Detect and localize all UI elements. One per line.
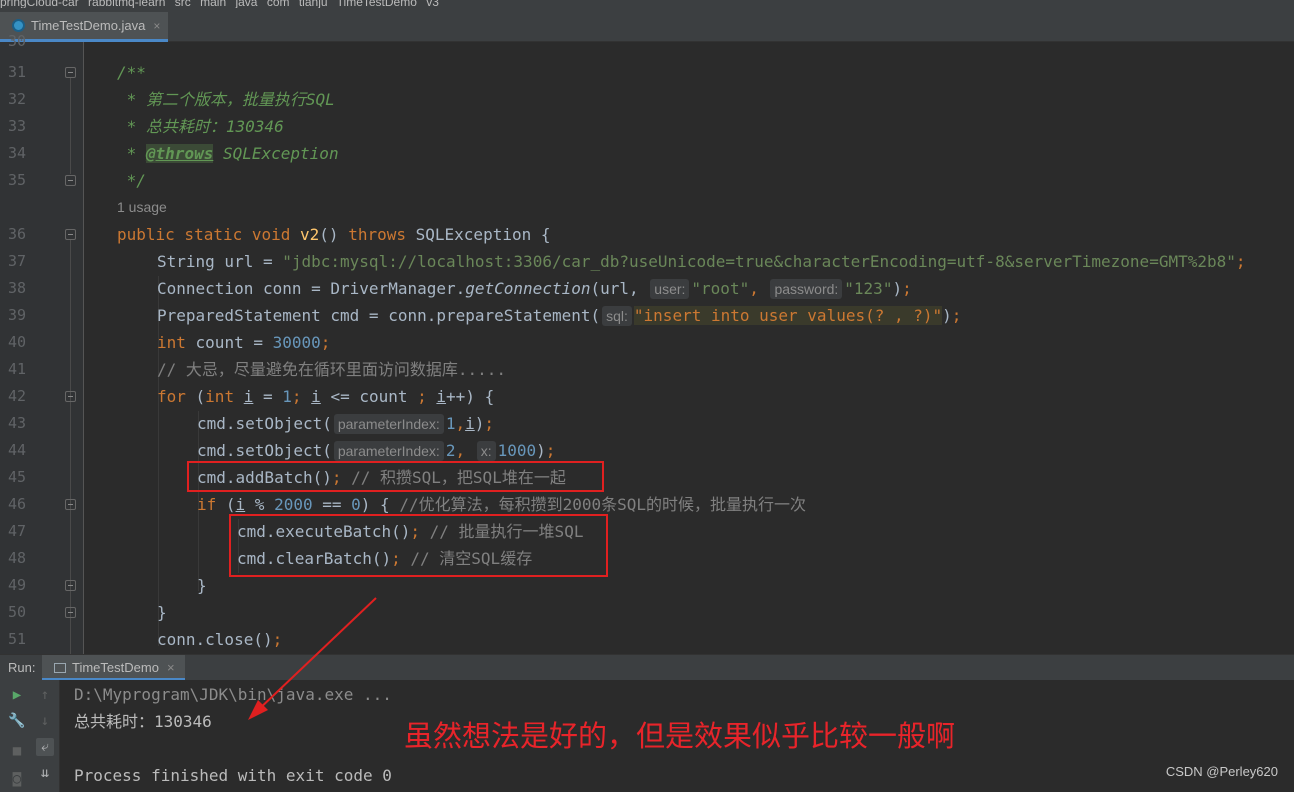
watermark: CSDN @Perley620: [1165, 764, 1278, 779]
annotation-text: 虽然想法是好的，但是效果似乎比较一般啊: [404, 719, 956, 753]
annotation-arrow: [248, 597, 377, 720]
